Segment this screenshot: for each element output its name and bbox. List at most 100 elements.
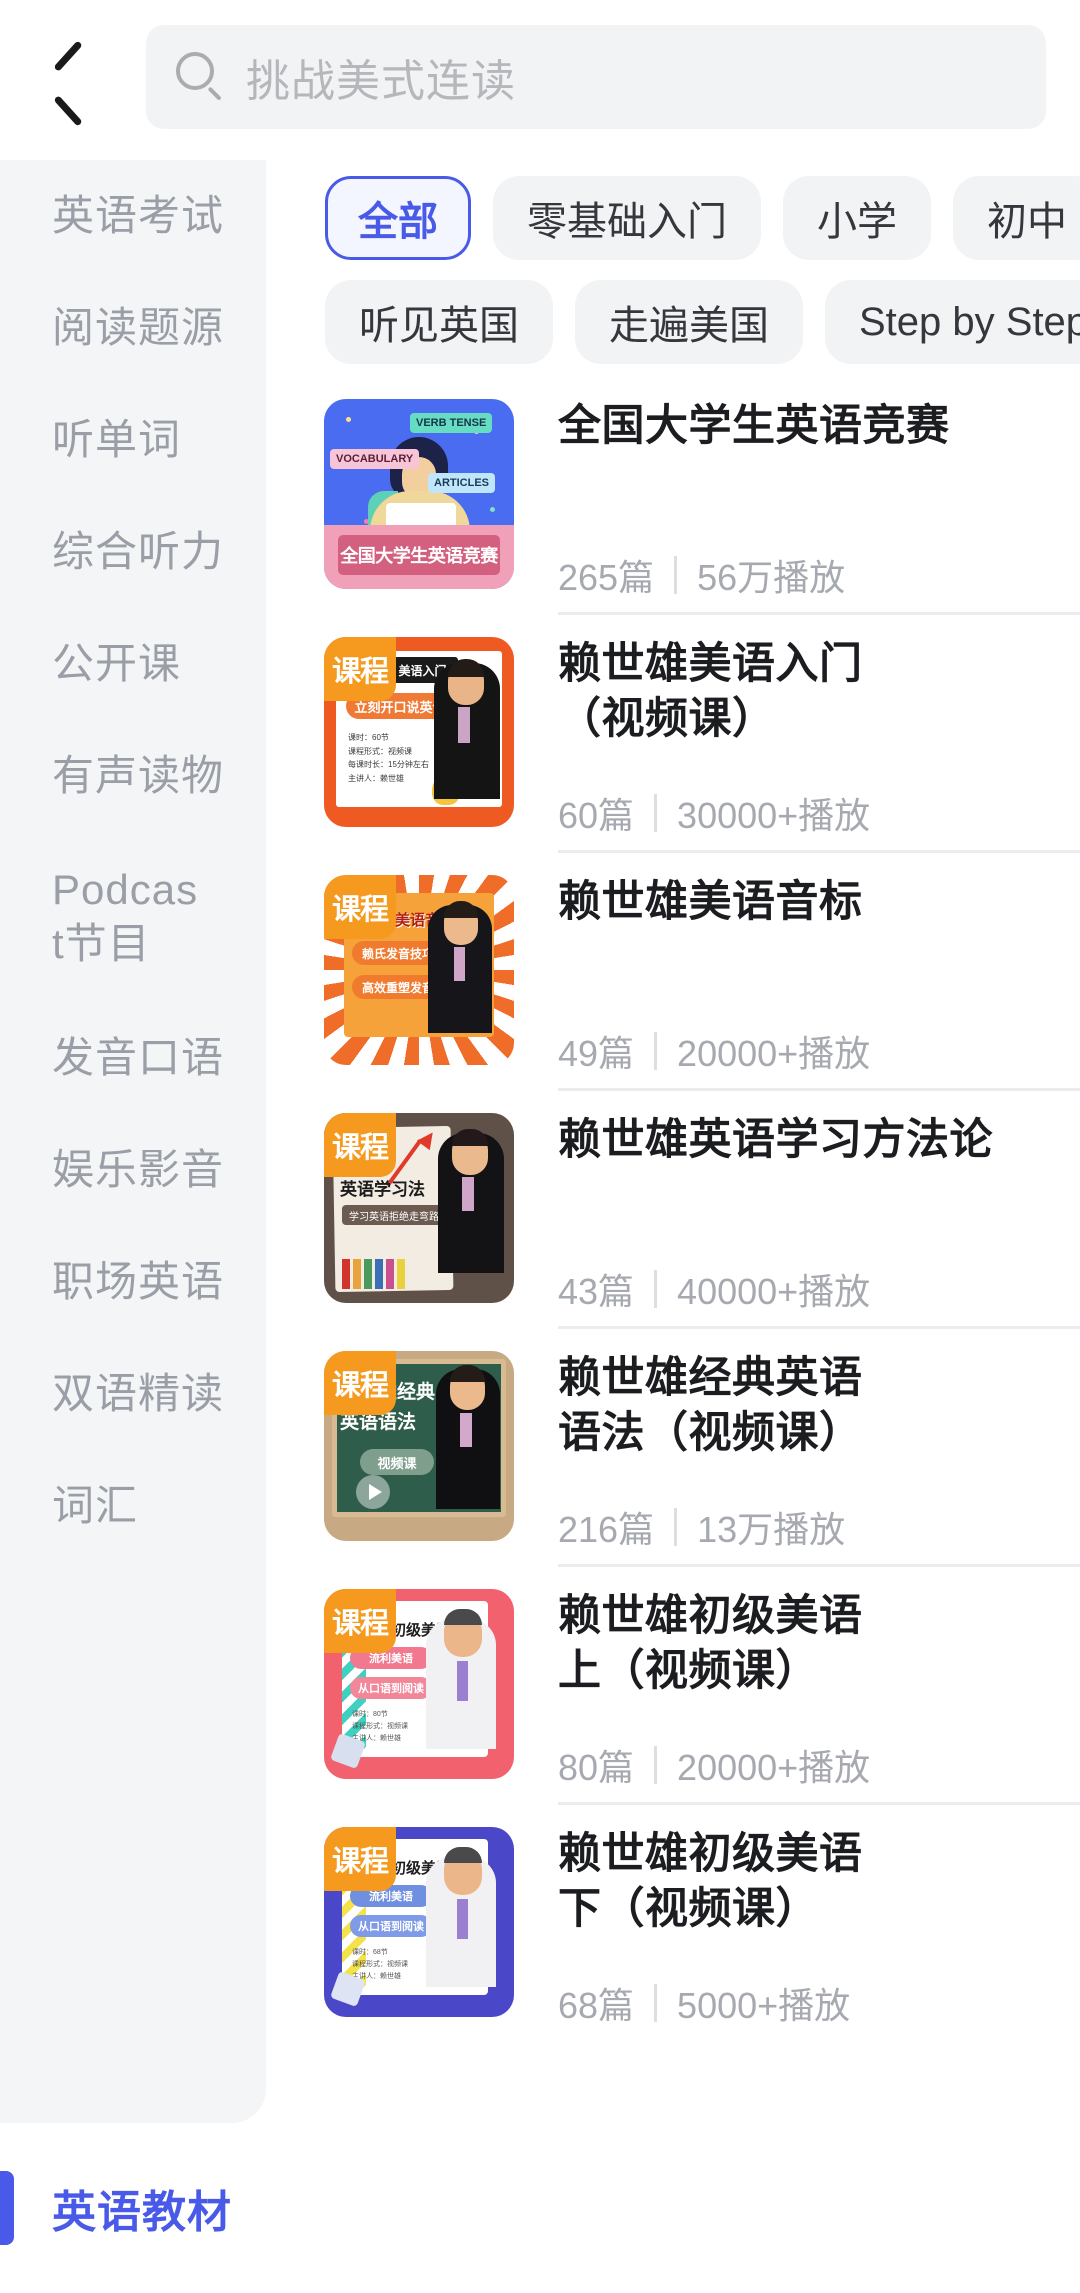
sidebar-item-label: 词汇 (52, 1482, 139, 1530)
list-item[interactable]: 赖世雄初级美语下 流利美语 从口语到阅读 课时：68节 课程形式：视频课 主讲人：赖… (282, 1805, 1080, 2043)
category-sidebar[interactable]: 英语考试 阅读题源 听单词 综合听力 公开课 有声读物 Podcast节目 发音… (0, 160, 266, 2123)
sidebar-item-workplace-english[interactable]: 职场英语 (0, 1226, 266, 1338)
play-count: 13万播放 (697, 1509, 846, 1550)
thumb-pill-2: 从口语到阅读 (350, 1677, 432, 1699)
meta-separator (654, 1984, 658, 2022)
play-count: 30000+播放 (677, 795, 871, 836)
thumb-tag-verb-tense: VERB TENSE (410, 413, 493, 433)
play-count: 20000+播放 (677, 1033, 871, 1074)
course-info: 赖世雄美语入门（视频课） 60篇 30000+播放 (558, 637, 1080, 853)
filter-chip-middle-school[interactable]: 初中 (953, 175, 1080, 260)
course-badge: 课程 (324, 1827, 396, 1891)
sidebar-item-label: 娱乐影音 (52, 1146, 225, 1194)
thumb-banner-text: 全国大学生英语竞赛 (338, 535, 500, 575)
thumb-detail-lines: 课时：80节 课程形式：视频课 主讲人：赖世雄 (352, 1711, 408, 1742)
play-count: 20000+播放 (677, 1747, 871, 1788)
course-meta: 60篇 30000+播放 (558, 787, 1080, 853)
list-item[interactable]: 赖世雄 英语学习法 学习英语拒绝走弯路 课程 赖世雄英语学习方法论 43篇 40… (282, 1091, 1080, 1329)
play-count: 40000+播放 (677, 1271, 871, 1312)
thumb-line-2: 英语学习法 (340, 1180, 425, 1199)
course-badge: 课程 (324, 875, 396, 939)
search-icon (172, 49, 228, 105)
meta-separator (654, 794, 658, 832)
episode-count: 60篇 (558, 795, 635, 836)
list-item[interactable]: 赖世雄美语音标 赖氏发音技巧 高效重塑发音 课程 赖世雄美语音标 49篇 200… (282, 853, 1080, 1091)
sidebar-item-label: 英语教材 (52, 2188, 232, 2237)
thumb-detail-lines: 课时：68节 课程形式：视频课 主讲人：赖世雄 (352, 1949, 408, 1980)
course-meta: 216篇 13万播放 (558, 1501, 1080, 1567)
filter-chips-row-2[interactable]: 听见英国 走遍美国 Step by Step (266, 267, 1080, 377)
list-item[interactable]: 赖世雄经典 英语语法 视频课 课程 赖世雄经典英语语法（视频课） 216篇 13… (282, 1329, 1080, 1567)
sidebar-item-label: 双语精读 (52, 1370, 225, 1418)
course-meta: 68篇 5000+播放 (558, 1977, 1080, 2043)
course-title: 赖世雄美语音标 (558, 878, 863, 926)
sidebar-item-english-textbook[interactable]: 英语教材 (0, 2123, 266, 2293)
sidebar-item-label: 英语考试 (52, 192, 225, 240)
thumb-pill-2: 从口语到阅读 (350, 1915, 432, 1937)
meta-separator (654, 1270, 658, 1308)
list-item[interactable]: VERB TENSE VOCABULARY ARTICLES 全国大学生英语竞赛… (282, 377, 1080, 615)
back-button[interactable] (14, 25, 124, 135)
meta-separator (654, 1032, 658, 1070)
sidebar-item-bilingual-reading[interactable]: 双语精读 (0, 1338, 266, 1450)
course-badge: 课程 (324, 1113, 396, 1177)
course-thumbnail: 赖世雄 英语学习法 学习英语拒绝走弯路 课程 (324, 1113, 514, 1303)
sidebar-item-label: 发音口语 (52, 1034, 225, 1082)
course-meta: 265篇 56万播放 (558, 549, 1080, 615)
search-input[interactable]: 挑战美式连读 (246, 45, 516, 109)
course-title: 赖世雄英语学习方法论 (558, 1116, 993, 1164)
thumb-tag-articles: ARTICLES (428, 473, 495, 493)
course-info: 赖世雄经典英语语法（视频课） 216篇 13万播放 (558, 1351, 1080, 1567)
course-thumbnail: VERB TENSE VOCABULARY ARTICLES 全国大学生英语竞赛 (324, 399, 514, 589)
filter-chip-primary-school[interactable]: 小学 (783, 175, 931, 260)
course-info: 赖世雄初级美语上（视频课） 80篇 20000+播放 (558, 1589, 1080, 1805)
filter-chip-travel-america[interactable]: 走遍美国 (575, 280, 803, 364)
play-count: 5000+播放 (677, 1985, 851, 2026)
episode-count: 216篇 (558, 1509, 655, 1550)
filter-chip-all[interactable]: 全部 (325, 175, 471, 260)
course-title: 赖世雄美语入门（视频课） (558, 640, 863, 744)
course-info: 赖世雄美语音标 49篇 20000+播放 (558, 875, 1080, 1091)
course-title: 赖世雄初级美语上（视频课） (558, 1592, 863, 1696)
thumb-video-badge: 视频课 (360, 1449, 434, 1475)
search-bar[interactable]: 挑战美式连读 (146, 25, 1046, 129)
play-count: 56万播放 (697, 557, 846, 598)
episode-count: 49篇 (558, 1033, 635, 1074)
list-item[interactable]: 赖世雄初级美语上 流利美语 从口语到阅读 课时：80节 课程形式：视频课 主讲人：赖… (282, 1567, 1080, 1805)
filter-chips-row-1[interactable]: 全部 零基础入门 小学 初中 (266, 160, 1080, 275)
sidebar-item-label: 阅读题源 (52, 304, 225, 352)
sidebar-selection-indicator (0, 2171, 14, 2245)
sidebar-item-open-course[interactable]: 公开课 (0, 608, 266, 720)
course-thumbnail: 赖世雄初级美语下 流利美语 从口语到阅读 课时：68节 课程形式：视频课 主讲人：赖… (324, 1827, 514, 2017)
course-thumbnail: 赖世雄经典 英语语法 视频课 课程 (324, 1351, 514, 1541)
course-info: 全国大学生英语竞赛 265篇 56万播放 (558, 399, 1080, 615)
course-meta: 43篇 40000+播放 (558, 1263, 1080, 1329)
filter-chip-zero-basics[interactable]: 零基础入门 (493, 175, 761, 260)
sidebar-item-vocabulary[interactable]: 词汇 (0, 1450, 266, 1562)
sidebar-item-label: 有声读物 (52, 752, 225, 800)
course-title: 赖世雄经典英语语法（视频课） (558, 1354, 863, 1458)
back-chevron-icon (52, 51, 86, 109)
sidebar-item-podcast[interactable]: Podcast节目 (0, 832, 266, 1002)
course-thumbnail: 赖世雄美语音标 赖氏发音技巧 高效重塑发音 课程 (324, 875, 514, 1065)
filter-chip-step-by-step[interactable]: Step by Step (825, 280, 1080, 364)
sidebar-item-label: Podcast节目 (52, 866, 199, 967)
sidebar-item-label: 职场英语 (52, 1258, 225, 1306)
sidebar-item-audiobooks[interactable]: 有声读物 (0, 720, 266, 832)
sidebar-item-label: 综合听力 (52, 528, 225, 576)
sidebar-item-pronunciation-speaking[interactable]: 发音口语 (0, 1002, 266, 1114)
episode-count: 68篇 (558, 1985, 635, 2026)
episode-count: 265篇 (558, 557, 655, 598)
sidebar-item-comprehensive-listening[interactable]: 综合听力 (0, 496, 266, 608)
thumb-subtitle: 学习英语拒绝走弯路 (342, 1205, 446, 1225)
list-item[interactable]: 赖世雄美语入门 立刻开口说英语 课时：60节课程形式：视频课每课时长：15分钟左… (282, 615, 1080, 853)
filter-chip-hear-britain[interactable]: 听见英国 (325, 280, 553, 364)
sidebar-item-english-exam[interactable]: 英语考试 (0, 160, 266, 272)
course-title: 全国大学生英语竞赛 (558, 402, 950, 450)
meta-separator (674, 1508, 678, 1546)
sidebar-item-label: 听单词 (52, 416, 182, 464)
sidebar-item-entertainment-av[interactable]: 娱乐影音 (0, 1114, 266, 1226)
app-header: 挑战美式连读 (0, 0, 1080, 160)
sidebar-item-reading-source[interactable]: 阅读题源 (0, 272, 266, 384)
sidebar-item-listen-words[interactable]: 听单词 (0, 384, 266, 496)
